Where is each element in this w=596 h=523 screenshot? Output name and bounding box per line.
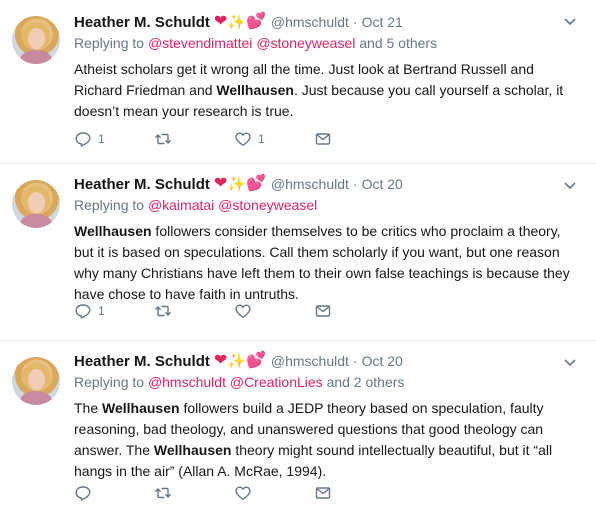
sparkles-emoji: ✨ <box>227 13 246 31</box>
others-link[interactable]: and 2 others <box>327 374 405 390</box>
tweet-text-bold: Wellhausen <box>102 400 180 416</box>
direct-message-button[interactable] <box>314 302 394 320</box>
tweet-header: Heather M. Schuldt ❤ ✨ 💕 @hmschuldt · Oc… <box>74 174 580 194</box>
author-handle[interactable]: @hmschuldt <box>271 353 349 369</box>
separator: · <box>352 14 358 30</box>
tweet-text-bold: Wellhausen <box>74 223 152 239</box>
tweet[interactable]: Heather M. Schuldt ❤ ✨ 💕 @hmschuldt · Oc… <box>0 164 596 341</box>
sparkles-emoji: ✨ <box>227 175 246 193</box>
author-handle[interactable]: @hmschuldt <box>271 14 349 30</box>
retweet-icon <box>155 305 171 317</box>
like-icon <box>235 486 251 500</box>
two-hearts-emoji: 💕 <box>245 175 266 192</box>
avatar[interactable] <box>12 180 60 228</box>
replying-to: Replying to @stevendimattei @stoneywease… <box>74 35 580 55</box>
author-name[interactable]: Heather M. Schuldt <box>74 176 210 193</box>
name-emoji: ❤ ✨ 💕 <box>214 176 266 192</box>
author-handle[interactable]: @hmschuldt <box>271 176 349 192</box>
tweet-header: Heather M. Schuldt ❤ ✨ 💕 @hmschuldt · Oc… <box>74 12 580 32</box>
mention-link[interactable]: @hmschuldt <box>148 374 226 390</box>
replying-to-label: Replying to <box>74 197 145 213</box>
tweet-actions <box>74 483 394 503</box>
others-link[interactable]: and 5 others <box>359 35 437 51</box>
like-count: 1 <box>258 132 265 146</box>
retweet-icon <box>155 133 171 145</box>
like-icon <box>235 132 251 146</box>
author-name[interactable]: Heather M. Schuldt <box>74 14 210 31</box>
like-button[interactable]: 1 <box>234 130 314 148</box>
like-button[interactable] <box>234 484 314 502</box>
mention-link[interactable]: @stevendimattei <box>148 35 252 51</box>
name-emoji: ❤ ✨ 💕 <box>214 353 266 369</box>
replying-to: Replying to @hmschuldt @CreationLies and… <box>74 374 580 394</box>
red-heart-emoji: ❤ <box>213 13 228 30</box>
direct-message-button[interactable] <box>314 484 394 502</box>
tweet-actions: 1 <box>74 301 394 321</box>
timestamp[interactable]: Oct 21 <box>362 14 403 30</box>
red-heart-emoji: ❤ <box>213 175 228 192</box>
reply-button[interactable]: 1 <box>74 302 154 320</box>
red-heart-emoji: ❤ <box>213 352 228 369</box>
tweet-text-bold: Wellhausen <box>153 442 232 458</box>
retweet-button[interactable] <box>154 130 234 148</box>
mention-link[interactable]: @CreationLies <box>230 374 323 390</box>
reply-icon <box>75 304 91 319</box>
tweet-text-segment: The <box>74 400 103 416</box>
avatar[interactable] <box>12 357 60 405</box>
avatar[interactable] <box>12 16 60 64</box>
two-hearts-emoji: 💕 <box>245 352 266 369</box>
replying-to-label: Replying to <box>74 35 145 51</box>
mention-link[interactable]: @stoneyweasel <box>218 197 317 213</box>
retweet-button[interactable] <box>154 302 234 320</box>
reply-button[interactable] <box>74 484 154 502</box>
replying-to-label: Replying to <box>74 374 145 390</box>
sparkles-emoji: ✨ <box>227 352 246 370</box>
like-button[interactable] <box>234 302 314 320</box>
tweet-text: The Wellhausen followers build a JEDP th… <box>74 398 580 482</box>
like-icon <box>235 304 251 318</box>
author-name[interactable]: Heather M. Schuldt <box>74 353 210 370</box>
name-emoji: ❤ ✨ 💕 <box>214 14 266 30</box>
tweet-text: Atheist scholars get it wrong all the ti… <box>74 59 580 122</box>
tweet-feed: Heather M. Schuldt ❤ ✨ 💕 @hmschuldt · Oc… <box>0 0 596 523</box>
tweet[interactable]: Heather M. Schuldt ❤ ✨ 💕 @hmschuldt · Oc… <box>0 0 596 164</box>
retweet-button[interactable] <box>154 484 234 502</box>
chevron-down-icon[interactable] <box>562 357 578 369</box>
tweet-header: Heather M. Schuldt ❤ ✨ 💕 @hmschuldt · Oc… <box>74 351 580 371</box>
reply-button[interactable]: 1 <box>74 130 154 148</box>
chevron-down-icon[interactable] <box>562 16 578 28</box>
retweet-icon <box>155 487 171 499</box>
mention-link[interactable]: @kaimatai <box>148 197 214 213</box>
direct-message-icon <box>315 133 331 145</box>
timestamp[interactable]: Oct 20 <box>362 353 403 369</box>
mention-link[interactable]: @stoneyweasel <box>256 35 355 51</box>
direct-message-button[interactable] <box>314 130 394 148</box>
tweet-text-bold: Wellhausen <box>216 82 294 98</box>
reply-icon <box>75 132 91 147</box>
two-hearts-emoji: 💕 <box>245 13 266 30</box>
tweet[interactable]: Heather M. Schuldt ❤ ✨ 💕 @hmschuldt · Oc… <box>0 341 596 523</box>
timestamp[interactable]: Oct 20 <box>362 176 403 192</box>
reply-icon <box>75 486 91 501</box>
direct-message-icon <box>315 487 331 499</box>
tweet-text: Wellhausen followers consider themselves… <box>74 221 580 305</box>
reply-count: 1 <box>98 304 105 318</box>
separator: · <box>352 176 358 192</box>
chevron-down-icon[interactable] <box>562 180 578 192</box>
direct-message-icon <box>315 305 331 317</box>
reply-count: 1 <box>98 132 105 146</box>
tweet-actions: 1 1 <box>74 129 394 149</box>
replying-to: Replying to @kaimatai @stoneyweasel <box>74 197 580 217</box>
separator: · <box>352 353 358 369</box>
